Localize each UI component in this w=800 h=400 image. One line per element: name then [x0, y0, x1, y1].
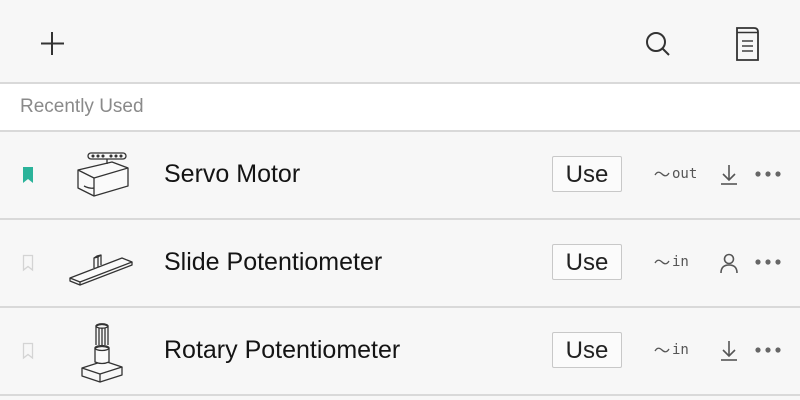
- signal-wave-icon: [654, 347, 670, 353]
- bookmark-outline-icon[interactable]: [20, 341, 36, 361]
- bookmark-filled-icon[interactable]: [20, 165, 36, 185]
- search-icon: [646, 32, 670, 56]
- part-name: Servo Motor: [164, 160, 301, 188]
- io-indicator: in: [654, 253, 689, 273]
- rotary-potentiometer-thumbnail: [81, 323, 123, 383]
- more-options-icon[interactable]: [754, 340, 782, 360]
- io-label: in: [672, 253, 689, 270]
- notebook-icon: [736, 27, 759, 61]
- part-row-slide-potentiometer[interactable]: Slide Potentiometer Use in: [0, 220, 800, 308]
- person-icon[interactable]: [716, 250, 742, 276]
- servo-motor-thumbnail: [77, 152, 129, 197]
- more-options-icon[interactable]: [754, 164, 782, 184]
- bookmark-outline-icon[interactable]: [20, 253, 36, 273]
- search-button[interactable]: [634, 20, 682, 68]
- section-header: Recently Used: [0, 84, 800, 132]
- io-label: out: [672, 165, 698, 182]
- section-title: Recently Used: [20, 96, 144, 117]
- add-button[interactable]: [28, 20, 76, 68]
- notebook-button[interactable]: [722, 20, 770, 68]
- plus-icon: [41, 32, 64, 55]
- part-name: Rotary Potentiometer: [164, 336, 401, 364]
- signal-wave-icon: [654, 171, 670, 177]
- io-indicator: out: [654, 165, 697, 185]
- more-options-icon[interactable]: [754, 252, 782, 272]
- download-icon[interactable]: [716, 338, 742, 364]
- io-indicator: in: [654, 341, 689, 361]
- slide-potentiometer-thumbnail: [69, 254, 133, 286]
- download-icon[interactable]: [716, 162, 742, 188]
- part-name: Slide Potentiometer: [164, 248, 383, 276]
- signal-wave-icon: [654, 259, 670, 265]
- use-button[interactable]: Use: [552, 244, 622, 280]
- io-label: in: [672, 341, 689, 358]
- toolbar: [0, 0, 800, 84]
- use-button[interactable]: Use: [552, 156, 622, 192]
- part-row-rotary-potentiometer[interactable]: Rotary Potentiometer Use in: [0, 308, 800, 396]
- part-row-servo-motor[interactable]: Servo Motor Use out: [0, 132, 800, 220]
- use-button[interactable]: Use: [552, 332, 622, 368]
